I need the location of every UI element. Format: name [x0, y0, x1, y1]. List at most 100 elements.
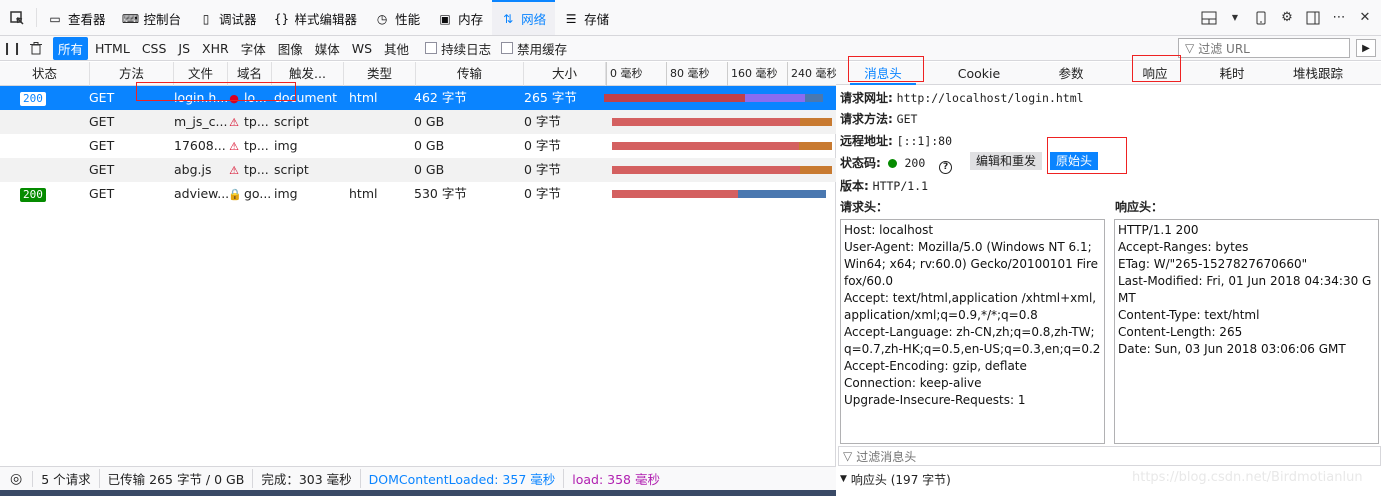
header-status[interactable]: 状态 [0, 62, 90, 86]
edit-resend-button[interactable]: 编辑和重发 [970, 152, 1043, 170]
table-row[interactable]: 200 GET login.h... ● lo... document html 462 字节… [0, 86, 836, 110]
tab-label: 调试器 [219, 12, 257, 27]
response-headers-title: 响应头： [1115, 200, 1164, 214]
timing-bar-segment [611, 166, 801, 174]
status-badge: 200 [20, 188, 46, 202]
table-row[interactable]: GET 17608... ⚠ tp... img 0 GB 0 字节 [0, 134, 836, 158]
type-filter-button[interactable]: 图像 [273, 37, 308, 60]
status-ok-dot [887, 159, 897, 168]
cell-status [20, 158, 90, 182]
raw-response-headers[interactable]: HTTP/1.1 200 Accept-Ranges: bytes ETag: W/… [1114, 219, 1379, 444]
checkbox-box[interactable] [425, 42, 438, 54]
type-filter-button[interactable]: 媒体 [310, 37, 345, 60]
cell-domain: ● lo... [228, 86, 274, 110]
tab-network[interactable]: ⇅ 网络 [492, 0, 556, 35]
type-filter-button[interactable]: JS [173, 39, 195, 58]
header-line: Accept-Language: zh-CN,zh;q=0.8,zh-TW;q=… [844, 325, 1101, 356]
type-filter-button[interactable]: 所有 [53, 36, 89, 60]
tab-label: 控制台 [143, 12, 182, 27]
tab-memory[interactable]: ▣ 内存 [429, 0, 492, 35]
persist-logs-checkbox[interactable]: 持续日志 [425, 39, 491, 58]
header-size[interactable]: 大小 [524, 62, 606, 86]
cell-status [20, 134, 90, 158]
header-type[interactable]: 类型 [344, 62, 416, 86]
close-icon[interactable]: ✕ [1357, 10, 1373, 26]
table-row[interactable]: GET abg.js ⚠ tp... script 0 GB 0 字节 [0, 158, 836, 182]
gear-icon[interactable]: ⚙ [1279, 10, 1295, 26]
tab-console[interactable]: ⌨ 控制台 [115, 0, 191, 35]
element-picker-button[interactable] [0, 0, 34, 35]
type-filter-button[interactable]: 字体 [236, 37, 271, 60]
chevron-down-icon[interactable]: ▼ [1227, 10, 1243, 26]
element-picker-icon [10, 10, 24, 25]
dock-layout-icon[interactable] [1201, 10, 1217, 26]
help-icon[interactable]: ? [939, 161, 953, 174]
remote-addr-label: 远程地址: [840, 134, 893, 148]
header-line: ETag: W/"265-1527827670660" [1118, 257, 1308, 271]
inspector-icon: ▭ [49, 11, 61, 26]
type-filter-button[interactable]: HTML [90, 39, 135, 58]
cell-transferred: 0 GB [414, 162, 445, 177]
tab-inspector[interactable]: ▭ 查看器 [39, 0, 115, 35]
filter-url-input[interactable]: ▽ 过滤 URL [1178, 38, 1350, 58]
network-icon: ⇅ [503, 11, 514, 26]
type-filter-button[interactable]: 其他 [379, 37, 414, 60]
details-tab[interactable]: 耗时 [1202, 62, 1262, 85]
table-row[interactable]: GET m_js_c... ⚠ tp... script 0 GB 0 字节 [0, 110, 836, 134]
cell-type: html [349, 90, 378, 105]
type-filter-button[interactable]: CSS [137, 39, 172, 58]
request-url-row: 请求网址: http://localhost/login.html [840, 89, 1084, 106]
disable-cache-checkbox[interactable]: 禁用缓存 [501, 39, 567, 58]
raw-request-headers[interactable]: Host: localhost User-Agent: Mozilla/5.0 (… [840, 219, 1105, 444]
finish-time: 完成：303 毫秒 [253, 469, 361, 488]
details-tab[interactable]: 消息头 [850, 62, 916, 85]
table-row[interactable]: 200 GET adview... 🔒 go... img html 530 字节 0 字节 [0, 182, 836, 206]
cell-method: GET [89, 138, 115, 153]
filter-headers-input[interactable]: ▽ 过滤消息头 [838, 446, 1381, 466]
status-code-value: 200 [904, 156, 926, 170]
header-line: Accept: text/html,application /xhtml+xml… [844, 291, 1097, 322]
cell-cause: img [274, 186, 298, 201]
insecure-icon: ⚠ [229, 116, 239, 129]
status-code-row: 状态码: 200 ? [840, 154, 953, 174]
raw-headers-button[interactable]: 原始头 [1050, 152, 1099, 170]
tab-style-editor[interactable]: {} 样式编辑器 [266, 0, 367, 35]
checkbox-box[interactable] [501, 42, 514, 54]
details-tab[interactable]: Cookie [948, 62, 1010, 85]
type-filter-button[interactable]: WS [347, 39, 377, 58]
tab-storage[interactable]: ☰ 存储 [555, 0, 618, 35]
tab-label: 网络 [521, 12, 547, 27]
details-tab[interactable]: 响应 [1130, 62, 1180, 85]
responsive-design-icon[interactable] [1253, 10, 1269, 26]
type-filter-button[interactable]: XHR [197, 39, 234, 58]
trash-icon[interactable] [24, 41, 48, 55]
details-tab[interactable]: 参数 [1036, 62, 1106, 85]
request-url-label: 请求网址: [840, 91, 893, 105]
waterfall-tick-label: 80 毫秒 [666, 62, 710, 86]
header-transferred[interactable]: 传输 [416, 62, 524, 86]
filter-url-placeholder: 过滤 URL [1198, 41, 1250, 56]
cell-cause: script [274, 114, 309, 129]
style-editor-icon: {} [273, 11, 290, 26]
response-headers-summary: 响应头 (197 字节) [850, 472, 951, 487]
cell-type: html [349, 186, 378, 201]
more-options-icon[interactable]: ⋯ [1331, 10, 1347, 26]
details-tab[interactable]: 堆栈跟踪 [1276, 62, 1360, 85]
performance-analysis-icon[interactable]: ◎ [0, 470, 34, 487]
tab-debugger[interactable]: ▯ 调试器 [190, 0, 266, 35]
timing-bar-segment [737, 190, 826, 198]
tab-performance[interactable]: ◷ 性能 [366, 0, 429, 35]
header-line: Content-Length: 265 [1118, 325, 1243, 339]
tab-label: 样式编辑器 [294, 12, 358, 27]
header-file[interactable]: 文件 [174, 62, 228, 86]
header-method[interactable]: 方法 [90, 62, 174, 86]
toggle-sidebar-button[interactable]: ▶ [1356, 39, 1376, 57]
insecure-icon: ● [229, 92, 239, 105]
header-domain[interactable]: 域名 [228, 62, 272, 86]
cell-size: 0 字节 [524, 162, 561, 177]
header-cause[interactable]: 触发... [272, 62, 344, 86]
watermark: https://blog.csdn.net/Birdmotianlun [1132, 470, 1363, 485]
cell-transferred: 462 字节 [414, 90, 467, 105]
pause-icon[interactable]: ❙❙ [0, 41, 24, 55]
split-console-icon[interactable] [1305, 10, 1321, 26]
